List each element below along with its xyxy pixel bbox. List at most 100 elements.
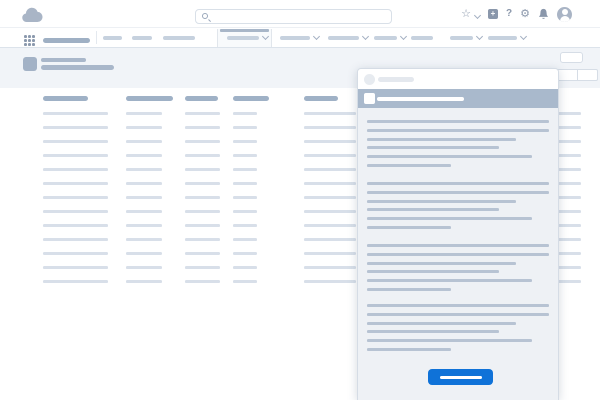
panel-header (358, 69, 558, 89)
cell-text-placeholder (233, 210, 257, 213)
button-label-placeholder (440, 376, 482, 379)
cell-text-placeholder (304, 210, 356, 213)
cell-text-placeholder (126, 168, 162, 171)
cell-text-placeholder (233, 112, 257, 115)
cell-text-placeholder (185, 140, 220, 143)
cell-text-placeholder (185, 112, 220, 115)
text-line-placeholder (367, 146, 499, 149)
cell-text-placeholder (304, 280, 356, 283)
cell-text-placeholder (304, 196, 356, 199)
cell-text-placeholder (233, 280, 257, 283)
text-line-placeholder (367, 138, 516, 141)
text-line-placeholder (367, 304, 549, 307)
cell-text-placeholder (233, 266, 257, 269)
text-line-placeholder (367, 191, 549, 194)
text-line-placeholder (367, 182, 549, 185)
record-square-placeholder (364, 93, 375, 104)
cell-text-placeholder (304, 252, 356, 255)
text-line-placeholder (367, 322, 516, 325)
cell-text-placeholder (43, 112, 108, 115)
cell-text-placeholder (304, 224, 356, 227)
cell-text-placeholder (43, 280, 108, 283)
text-line-placeholder (367, 155, 532, 158)
column-header-placeholder[interactable] (233, 96, 269, 101)
cell-text-placeholder (126, 280, 162, 283)
text-line-placeholder (367, 217, 532, 220)
cell-text-placeholder (43, 266, 108, 269)
panel-body (358, 108, 558, 400)
cell-text-placeholder (126, 224, 162, 227)
cell-text-placeholder (304, 266, 356, 269)
cell-text-placeholder (233, 238, 257, 241)
cell-text-placeholder (126, 238, 162, 241)
text-line-placeholder (367, 129, 549, 132)
selected-item-label-placeholder (377, 97, 464, 101)
cell-text-placeholder (233, 252, 257, 255)
cell-text-placeholder (185, 196, 220, 199)
panel-primary-button[interactable] (428, 369, 493, 385)
text-line-placeholder (367, 288, 451, 291)
cell-text-placeholder (185, 280, 220, 283)
cell-text-placeholder (185, 168, 220, 171)
text-line-placeholder (367, 208, 499, 211)
cell-text-placeholder (185, 238, 220, 241)
text-line-placeholder (367, 313, 549, 316)
cell-text-placeholder (185, 224, 220, 227)
cell-text-placeholder (126, 196, 162, 199)
cell-text-placeholder (126, 140, 162, 143)
text-line-placeholder (367, 226, 451, 229)
cell-text-placeholder (233, 140, 257, 143)
cell-text-placeholder (185, 210, 220, 213)
column-header-placeholder[interactable] (304, 96, 338, 101)
selected-item-bar[interactable] (358, 89, 558, 108)
cell-text-placeholder (233, 224, 257, 227)
text-line-placeholder (367, 339, 532, 342)
cell-text-placeholder (233, 154, 257, 157)
text-line-placeholder (367, 279, 532, 282)
column-header-placeholder[interactable] (43, 96, 88, 101)
cell-text-placeholder (126, 252, 162, 255)
cell-text-placeholder (126, 126, 162, 129)
text-line-placeholder (367, 164, 451, 167)
cell-text-placeholder (43, 224, 108, 227)
cell-text-placeholder (126, 266, 162, 269)
cell-text-placeholder (233, 182, 257, 185)
panel-title-placeholder (378, 77, 414, 82)
cell-text-placeholder (126, 182, 162, 185)
text-line-placeholder (367, 244, 549, 247)
cell-text-placeholder (43, 210, 108, 213)
cell-text-placeholder (304, 140, 356, 143)
text-line-placeholder (367, 253, 549, 256)
text-line-placeholder (367, 120, 549, 123)
text-line-placeholder (367, 200, 516, 203)
cell-text-placeholder (43, 126, 108, 129)
text-line-placeholder (367, 348, 451, 351)
cell-text-placeholder (304, 112, 356, 115)
cell-text-placeholder (43, 252, 108, 255)
cell-text-placeholder (43, 140, 108, 143)
cell-text-placeholder (43, 238, 108, 241)
cell-text-placeholder (43, 196, 108, 199)
text-line-placeholder (367, 262, 516, 265)
docked-detail-panel (357, 68, 559, 400)
cell-text-placeholder (304, 154, 356, 157)
text-line-placeholder (367, 330, 499, 333)
cell-text-placeholder (304, 126, 356, 129)
column-header-placeholder[interactable] (126, 96, 173, 101)
cell-text-placeholder (185, 154, 220, 157)
avatar-circle-placeholder (364, 74, 375, 85)
cell-text-placeholder (185, 252, 220, 255)
text-line-placeholder (367, 270, 499, 273)
cell-text-placeholder (233, 196, 257, 199)
column-header-placeholder[interactable] (185, 96, 218, 101)
cell-text-placeholder (126, 154, 162, 157)
cell-text-placeholder (43, 182, 108, 185)
cell-text-placeholder (185, 266, 220, 269)
cell-text-placeholder (43, 154, 108, 157)
cell-text-placeholder (185, 126, 220, 129)
cell-text-placeholder (304, 182, 356, 185)
app-window: ☆ + ? ⚙ (0, 0, 600, 400)
cell-text-placeholder (126, 112, 162, 115)
cell-text-placeholder (233, 168, 257, 171)
cell-text-placeholder (233, 126, 257, 129)
